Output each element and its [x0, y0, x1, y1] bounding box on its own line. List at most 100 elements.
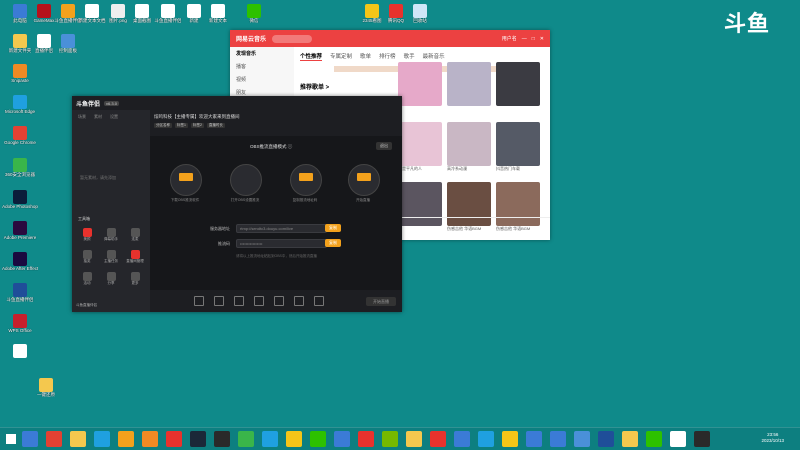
game-icon[interactable] — [294, 296, 304, 306]
sidebar-item[interactable]: 播客 — [230, 60, 294, 73]
music-tab[interactable]: 歌手 — [404, 52, 415, 61]
taskbar-app-icon[interactable] — [190, 431, 206, 447]
stream-titlebar[interactable]: 斗鱼伴侣 v6.3.0 — [72, 96, 402, 110]
playlist-card[interactable] — [398, 62, 442, 106]
desktop-icon[interactable]: Microsoft Edge — [2, 95, 38, 114]
taskbar-app-icon[interactable] — [478, 431, 494, 447]
minimize-icon[interactable]: — — [522, 36, 527, 42]
taskbar-app-icon[interactable] — [574, 431, 590, 447]
room-title[interactable]: 炫鸣科技【主播专属】欢迎大家来到直播间 — [154, 114, 240, 120]
taskbar-app-icon[interactable] — [670, 431, 686, 447]
music-tab[interactable]: 最新音乐 — [423, 52, 445, 61]
stream-tag[interactable]: 标签1 — [175, 123, 188, 128]
tool-button[interactable]: 分享 — [100, 272, 122, 286]
taskbar-app-icon[interactable] — [238, 431, 254, 447]
desktop-icon[interactable]: Adobe Photoshop — [2, 190, 38, 209]
mic-icon[interactable] — [314, 296, 324, 306]
taskbar-app-icon[interactable] — [454, 431, 470, 447]
stream-tag[interactable]: 分区名称 — [154, 123, 172, 128]
taskbar-app-icon[interactable] — [694, 431, 710, 447]
desktop-icon[interactable]: 斗鱼直播伴侣 — [2, 283, 38, 302]
sidebar-item[interactable]: 发现音乐 — [230, 47, 294, 60]
taskbar-app-icon[interactable] — [334, 431, 350, 447]
taskbar-app-icon[interactable] — [310, 431, 326, 447]
taskbar-app-icon[interactable] — [46, 431, 62, 447]
music-tab[interactable]: 歌单 — [360, 52, 371, 61]
taskbar-app-icon[interactable] — [622, 431, 638, 447]
key-field[interactable]: •••••••••••••••• — [236, 239, 327, 248]
taskbar-app-icon[interactable] — [262, 431, 278, 447]
copy-server-button[interactable]: 复制 — [325, 224, 341, 232]
close-icon[interactable]: ✕ — [540, 36, 544, 42]
desktop-icon[interactable]: WPS Office — [2, 314, 38, 333]
taskbar-app-icon[interactable] — [382, 431, 398, 447]
taskbar-app-icon[interactable] — [118, 431, 134, 447]
exit-mode-button[interactable]: 退出 — [376, 142, 392, 150]
playlist-card[interactable]: 抖音热门车载 — [496, 122, 540, 172]
copy-key-button[interactable]: 复制 — [325, 239, 341, 247]
taskbar-app-icon[interactable] — [166, 431, 182, 447]
desktop-icon[interactable]: 回收站 — [402, 4, 438, 23]
tool-button[interactable]: 连麦 — [124, 228, 146, 242]
desktop-icon[interactable]: 控制面板 — [50, 34, 86, 53]
music-tab[interactable]: 专属定制 — [330, 52, 352, 61]
playlist-card[interactable]: 只是平凡的人 — [398, 122, 442, 172]
taskbar-app-icon[interactable] — [214, 431, 230, 447]
tool-button[interactable]: 更多 — [124, 272, 146, 286]
desktop-icon[interactable]: 360安全浏览器 — [2, 158, 38, 177]
taskbar-app-icon[interactable] — [598, 431, 614, 447]
tool-button[interactable]: 主播任务 — [100, 250, 122, 264]
taskbar-app-icon[interactable] — [70, 431, 86, 447]
playlist-card[interactable] — [447, 62, 491, 106]
desktop-icon[interactable]: 新建文本 — [200, 4, 236, 23]
recommend-title[interactable]: 推荐歌单 > — [300, 82, 329, 91]
start-live-button[interactable]: 开始直播 — [366, 297, 396, 306]
taskbar-app-icon[interactable] — [502, 431, 518, 447]
stream-window[interactable]: 斗鱼伴侣 v6.3.0 场景 素材 设置 暂无素材，请先添加 工具箱 美颜 弹幕助手 连… — [72, 96, 402, 312]
tool-button[interactable]: 活动 — [76, 272, 98, 286]
tool-button[interactable]: 直播间管理 — [124, 250, 146, 264]
playlist-card[interactable]: 高冷系动漫 — [447, 122, 491, 172]
left-tab[interactable]: 设置 — [110, 114, 118, 120]
left-tab[interactable]: 素材 — [94, 114, 102, 120]
taskbar-app-icon[interactable] — [358, 431, 374, 447]
text-icon[interactable] — [274, 296, 284, 306]
desktop-icon[interactable]: 微信 — [236, 4, 272, 23]
stream-tag[interactable]: 直播时长 — [206, 123, 225, 128]
taskbar-app-icon[interactable] — [646, 431, 662, 447]
tool-button[interactable]: 弹幕助手 — [100, 228, 122, 242]
taskbar-app-icon[interactable] — [286, 431, 302, 447]
desktop-icon[interactable]: Google Chrome — [2, 126, 38, 145]
left-tab[interactable]: 场景 — [78, 114, 86, 120]
desktop-icon[interactable]: 一键还原 — [28, 378, 64, 397]
desktop-icon[interactable]: Snipaste — [2, 64, 38, 83]
screen-icon[interactable] — [214, 296, 224, 306]
taskbar-app-icon[interactable] — [406, 431, 422, 447]
camera-icon[interactable] — [194, 296, 204, 306]
image-icon[interactable] — [254, 296, 264, 306]
taskbar-app-icon[interactable] — [94, 431, 110, 447]
music-search-input[interactable] — [272, 34, 313, 43]
maximize-icon[interactable]: □ — [532, 36, 535, 42]
desktop-icon[interactable]: Adobe Premiere — [2, 221, 38, 240]
tool-button[interactable]: 美颜 — [76, 228, 98, 242]
desktop-icon[interactable] — [2, 344, 38, 358]
music-tab[interactable]: 个性推荐 — [300, 52, 323, 61]
taskbar-app-icon[interactable] — [550, 431, 566, 447]
tool-button[interactable]: 抽奖 — [76, 250, 98, 264]
taskbar-app-icon[interactable] — [22, 431, 38, 447]
taskbar-app-icon[interactable] — [142, 431, 158, 447]
server-field[interactable]: rtmp://sendtc3.douyu.com/live — [236, 224, 327, 233]
sidebar-item[interactable]: 视频 — [230, 73, 294, 86]
system-clock[interactable]: 23:56 2023/10/13 — [761, 432, 784, 444]
music-titlebar[interactable]: 网易云音乐 用户名 — □ ✕ — [230, 30, 550, 47]
user-name[interactable]: 用户名 — [502, 35, 517, 42]
music-tab[interactable]: 排行榜 — [379, 52, 396, 61]
taskbar-app-icon[interactable] — [430, 431, 446, 447]
taskbar-app-icon[interactable] — [526, 431, 542, 447]
window-icon[interactable] — [234, 296, 244, 306]
start-icon[interactable] — [6, 434, 16, 444]
desktop-icon[interactable]: Adobe After Effects 2020 — [2, 252, 38, 271]
playlist-card[interactable] — [496, 62, 540, 106]
stream-tag[interactable]: 标签2 — [190, 123, 204, 128]
